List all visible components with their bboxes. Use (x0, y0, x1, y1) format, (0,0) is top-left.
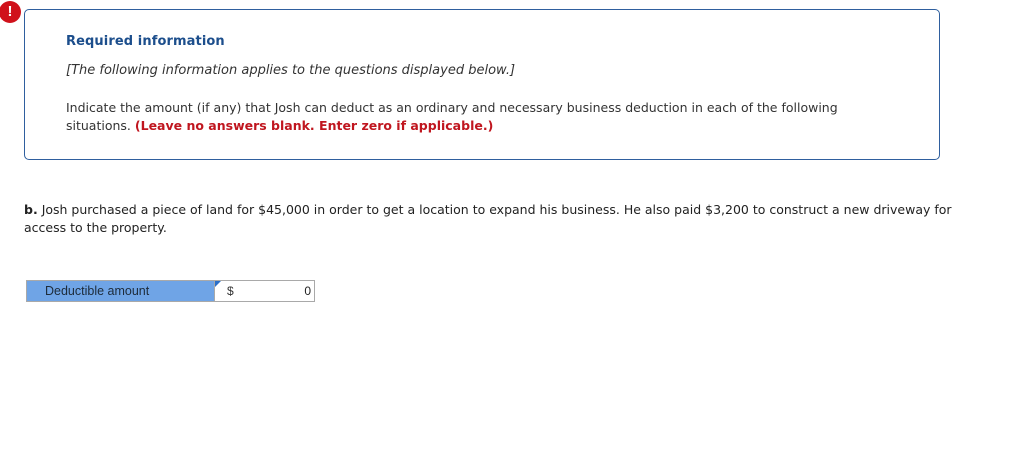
required-information-title: Required information (66, 34, 225, 49)
currency-symbol: $ (227, 284, 234, 298)
flag-icon (215, 281, 221, 287)
answer-row: Deductible amount $ (26, 280, 315, 302)
alert-icon: ! (0, 1, 21, 23)
required-information-box (24, 9, 940, 160)
question-b: b. Josh purchased a piece of land for $4… (24, 201, 984, 237)
applies-note: [The following information applies to th… (66, 63, 516, 78)
deductible-amount-label: Deductible amount (26, 280, 215, 302)
deductible-amount-input[interactable] (239, 283, 311, 299)
instructions: Indicate the amount (if any) that Josh c… (66, 99, 886, 135)
deductible-amount-cell[interactable]: $ (215, 280, 315, 302)
instructions-emphasis: (Leave no answers blank. Enter zero if a… (134, 118, 494, 133)
question-label: b. (24, 202, 38, 217)
question-text: Josh purchased a piece of land for $45,0… (24, 202, 952, 235)
